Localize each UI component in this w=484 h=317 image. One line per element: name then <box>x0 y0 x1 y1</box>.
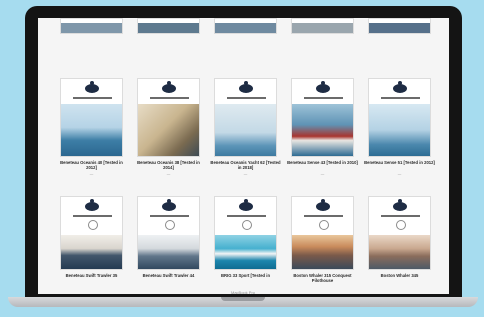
screen: Beneteau Oceanis 40 [Tested in 2012] — B… <box>38 18 449 294</box>
card-meta: — <box>320 172 325 176</box>
card-meta: — <box>243 172 248 176</box>
cover-image <box>60 196 123 270</box>
cover-image <box>214 18 277 34</box>
cover-image <box>291 196 354 270</box>
magazine-logo <box>316 202 330 211</box>
cover-image <box>60 18 123 34</box>
cover-image <box>137 196 200 270</box>
magazine-logo <box>239 84 253 93</box>
card-label: Beneteau Oceanis Yacht 62 [Tested in 201… <box>210 160 281 171</box>
card-label: Beneteau Sense 51 [Tested in 2012] <box>364 160 435 165</box>
magazine-logo <box>393 202 407 211</box>
card-label: Boston Whaler 345 <box>380 273 419 278</box>
card-label: Beneteau Oceanis 40 [Tested in 2012] <box>60 160 123 171</box>
cover-image <box>137 78 200 157</box>
magazine-logo <box>239 202 253 211</box>
cover-image <box>214 78 277 157</box>
magazine-logo <box>162 84 176 93</box>
cover-image <box>137 18 200 34</box>
cover-image <box>368 18 431 34</box>
magazine-logo <box>85 84 99 93</box>
device-name-label: MacBook Pro <box>230 290 255 295</box>
cover-image <box>60 78 123 157</box>
card-label: Beneteau Sense 43 [Tested in 2010] <box>287 160 358 165</box>
cover-image <box>291 18 354 34</box>
card-label: Boston Whaler 315 Conquest Pilothouse <box>293 273 352 284</box>
laptop-frame: Beneteau Oceanis 40 [Tested in 2012] — B… <box>25 6 462 302</box>
cover-image <box>291 78 354 157</box>
card-meta: — <box>397 172 402 176</box>
magazine-logo <box>316 84 330 93</box>
magazine-logo <box>85 202 99 211</box>
laptop-base <box>8 297 478 307</box>
magazine-logo <box>162 202 176 211</box>
trackpad-notch <box>221 297 265 301</box>
card-label <box>56 35 127 47</box>
card-label: BRIG 33 Sport [Tested in <box>220 273 270 278</box>
cover-image <box>368 78 431 157</box>
cover-image <box>214 196 277 270</box>
card-label: Beneteau Swift Trawler 44 <box>142 273 195 278</box>
card-meta: — <box>89 172 94 176</box>
card-label: Beneteau Oceanis 38 [Tested in 2014] <box>137 160 200 171</box>
card-meta: — <box>166 172 171 176</box>
cover-image <box>368 196 431 270</box>
review-grid: Beneteau Oceanis 40 [Tested in 2012] — B… <box>38 18 449 294</box>
magazine-logo <box>393 84 407 93</box>
card-label: Beneteau Swift Trawler 35 <box>65 273 118 278</box>
